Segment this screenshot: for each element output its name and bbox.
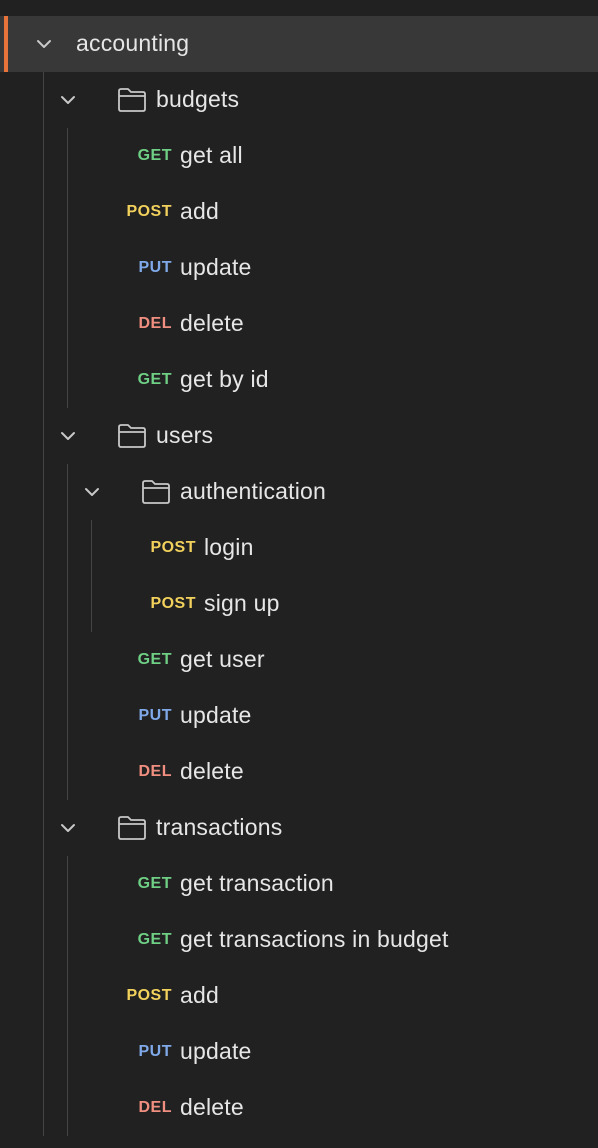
request-label: update — [180, 702, 252, 728]
request-label: get transaction — [180, 870, 334, 896]
request-row[interactable]: GET get transaction — [0, 856, 598, 912]
request-method-badge: PUT — [138, 707, 172, 724]
request-method-badge: DEL — [138, 763, 172, 780]
request-row[interactable]: GET get by id — [0, 352, 598, 408]
folder-row-transactions[interactable]: transactions — [0, 800, 598, 856]
request-label: delete — [180, 310, 244, 336]
folder-row-budgets[interactable]: budgets — [0, 72, 598, 128]
request-label: update — [180, 1038, 252, 1064]
folder-label-budgets: budgets — [156, 86, 240, 112]
request-method-badge: PUT — [138, 1043, 172, 1060]
selection-indicator — [4, 16, 8, 72]
request-method-badge: DEL — [138, 315, 172, 332]
request-label: update — [180, 254, 252, 280]
request-label: add — [180, 198, 219, 224]
chevron-down-icon[interactable] — [57, 425, 79, 447]
request-row[interactable]: DEL delete — [0, 744, 598, 800]
request-method-badge: POST — [150, 539, 196, 556]
collection-label: accounting — [76, 30, 190, 56]
request-row[interactable]: PUT update — [0, 688, 598, 744]
chevron-down-icon[interactable] — [81, 481, 103, 503]
request-method-badge: DEL — [138, 1099, 172, 1116]
request-row[interactable]: POST login — [0, 520, 598, 576]
request-row[interactable]: DEL delete — [0, 1080, 598, 1136]
folder-icon — [117, 423, 147, 449]
folder-label-authentication: authentication — [180, 478, 327, 504]
request-method-badge: GET — [137, 651, 172, 668]
request-method-badge: GET — [137, 931, 172, 948]
chevron-down-icon[interactable] — [57, 89, 79, 111]
request-row[interactable]: POST add — [0, 968, 598, 1024]
request-row[interactable]: POST add — [0, 184, 598, 240]
request-label: get all — [180, 142, 243, 168]
request-label: sign up — [204, 590, 280, 616]
folder-label-users: users — [156, 422, 214, 448]
request-row[interactable]: DEL delete — [0, 296, 598, 352]
request-row[interactable]: GET get all — [0, 128, 598, 184]
folder-icon — [141, 479, 171, 505]
folder-icon — [117, 815, 147, 841]
request-row[interactable]: PUT update — [0, 240, 598, 296]
folder-label-transactions: transactions — [156, 814, 283, 840]
request-row[interactable]: GET get transactions in budget — [0, 912, 598, 968]
chevron-down-icon[interactable] — [57, 817, 79, 839]
request-row[interactable]: PUT update — [0, 1024, 598, 1080]
collection-tree: accounting budgets GET get all POST add … — [0, 0, 598, 1148]
collection-row-accounting[interactable]: accounting — [0, 16, 598, 72]
folder-row-users[interactable]: users — [0, 408, 598, 464]
request-method-badge: GET — [137, 875, 172, 892]
request-label: get user — [180, 646, 265, 672]
request-method-badge: PUT — [138, 259, 172, 276]
request-method-badge: GET — [137, 371, 172, 388]
request-label: add — [180, 982, 219, 1008]
request-label: delete — [180, 758, 244, 784]
request-method-badge: POST — [150, 595, 196, 612]
request-label: get transactions in budget — [180, 926, 449, 952]
folder-icon — [117, 87, 147, 113]
request-label: login — [204, 534, 254, 560]
request-label: get by id — [180, 366, 269, 392]
request-label: delete — [180, 1094, 244, 1120]
request-method-badge: GET — [137, 147, 172, 164]
request-method-badge: POST — [126, 987, 172, 1004]
chevron-down-icon[interactable] — [33, 33, 55, 55]
folder-row-authentication[interactable]: authentication — [0, 464, 598, 520]
request-row[interactable]: POST sign up — [0, 576, 598, 632]
request-method-badge: POST — [126, 203, 172, 220]
request-row[interactable]: GET get user — [0, 632, 598, 688]
